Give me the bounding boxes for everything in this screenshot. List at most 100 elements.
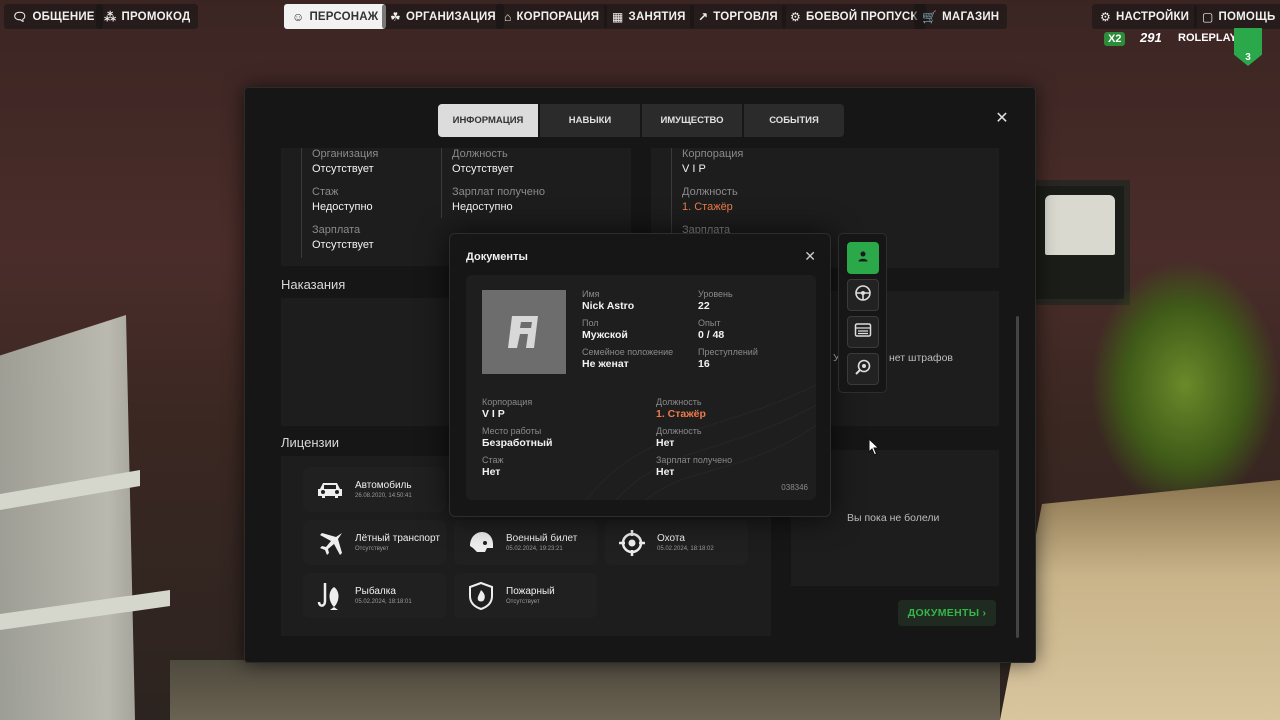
gift-icon: ⁂ <box>104 9 117 24</box>
card-icon <box>854 322 872 343</box>
card-tab[interactable] <box>847 316 879 348</box>
background-bed <box>1000 480 1280 720</box>
cart-icon: 🛒 <box>922 9 938 24</box>
org-salary-field: Зарплата Отсутствует <box>312 224 374 251</box>
doc-corp-field: Корпорация V I P <box>482 397 533 420</box>
nav-label: ПРОМОКОД <box>121 10 191 23</box>
nav-label: КОРПОРАЦИЯ <box>516 10 600 23</box>
server-number: 291 <box>1140 30 1162 45</box>
close-icon[interactable]: ✕ <box>995 111 1009 127</box>
close-icon[interactable]: ✕ <box>804 249 816 263</box>
license-hunting[interactable]: Охота 05.02.2024, 18:18:02 <box>605 520 748 565</box>
mouse-cursor-icon <box>868 438 880 456</box>
nav-promocode[interactable]: ⁂ ПРОМОКОД <box>96 4 199 29</box>
tab-info[interactable]: ИНФОРМАЦИЯ <box>438 104 538 137</box>
search-tab[interactable] <box>847 353 879 385</box>
workplace-field: Место работы Безработный <box>482 426 553 449</box>
license-fishing[interactable]: Рыбалка 05.02.2024, 18:18:01 <box>303 573 446 618</box>
org-experience-field: Стаж Недоступно <box>312 186 373 213</box>
scrollbar[interactable] <box>1016 316 1019 638</box>
license-car[interactable]: Автомобиль 26.08.2020, 14:50:41 <box>303 467 446 512</box>
avatar <box>482 290 566 374</box>
sex-field: Пол Мужской <box>582 318 628 341</box>
modal-title: Документы <box>466 251 528 263</box>
server-name: ROLEPLAY <box>1178 32 1237 44</box>
crimes-field: Преступлений 16 <box>698 347 758 370</box>
chart-icon: ↗ <box>698 9 709 24</box>
fire-shield-icon <box>466 581 496 611</box>
nav-label: ТОРГОВЛЯ <box>713 10 778 23</box>
license-military[interactable]: Военный билет 05.02.2024, 19:23:21 <box>454 520 597 565</box>
tab-skills[interactable]: НАВЫКИ <box>540 104 640 137</box>
nav-character[interactable]: ☺ ПЕРСОНАЖ <box>284 4 387 29</box>
license-air[interactable]: Лётный транспорт Отсутствует <box>303 520 446 565</box>
background-jersey <box>1045 195 1115 255</box>
documents-button[interactable]: ДОКУМЕНТЫ › <box>898 600 996 626</box>
nav-activities[interactable]: ▦ ЗАНЯТИЯ <box>604 4 694 29</box>
nav-trade[interactable]: ↗ ТОРГОВЛЯ <box>690 4 786 29</box>
corp-field: Корпорация V I P <box>682 148 744 175</box>
user-icon: ☺ <box>292 9 305 24</box>
nav-label: ПОМОЩЬ <box>1218 10 1276 23</box>
nav-battle-pass[interactable]: ⚙ БОЕВОЙ ПРОПУСК <box>782 4 926 29</box>
gear-icon: ⚙ <box>1100 9 1111 24</box>
nav-label: ОРГАНИЗАЦИЯ <box>405 10 496 23</box>
multiplier-badge: X2 <box>1104 32 1126 46</box>
nav-organization[interactable]: ☘ ОРГАНИЗАЦИЯ <box>382 4 504 29</box>
nav-help[interactable]: ▢ ПОМОЩЬ <box>1194 4 1280 29</box>
divider <box>441 148 442 218</box>
nav-label: МАГАЗИН <box>942 10 1000 23</box>
org-salary-received-field: Зарплат получено Недоступно <box>452 186 546 213</box>
corp-position-field: Должность 1. Стажёр <box>682 186 738 213</box>
calendar-icon: ▦ <box>612 9 624 24</box>
server-logo: 3 <box>1234 28 1262 66</box>
gear-badge-icon: ⚙ <box>790 9 801 24</box>
doc-experience-field: Стаж Нет <box>482 455 504 478</box>
crosshair-icon <box>617 528 647 558</box>
server-logo-icon <box>508 316 538 348</box>
background-plant <box>1090 260 1280 510</box>
document-type-selector <box>838 233 887 393</box>
nav-label: БОЕВОЙ ПРОПУСК <box>805 10 918 23</box>
passport-tab[interactable] <box>847 242 879 274</box>
passport-icon <box>857 249 869 267</box>
chat-icon: 🗨 <box>12 9 28 24</box>
top-navigation: 🗨 ОБЩЕНИЕ ⁂ ПРОМОКОД ☺ ПЕРСОНАЖ ☘ ОРГАНИ… <box>0 4 1280 30</box>
nav-shop[interactable]: 🛒 МАГАЗИН <box>914 4 1008 29</box>
punishments-title: Наказания <box>281 277 346 292</box>
nav-label: ПЕРСОНАЖ <box>309 10 379 23</box>
driving-license-tab[interactable] <box>847 279 879 311</box>
nav-settings[interactable]: ⚙ НАСТРОЙКИ <box>1092 4 1198 29</box>
no-diseases-text: Вы пока не болели <box>847 512 940 524</box>
no-fines-text: нет штрафов <box>889 352 953 364</box>
doc-position-field: Должность Нет <box>656 426 702 449</box>
search-gear-icon <box>854 358 872 381</box>
name-field: Имя Nick Astro <box>582 289 635 312</box>
driving-wheel-icon <box>854 284 872 307</box>
fish-hook-icon <box>315 581 345 611</box>
license-firefighter[interactable]: Пожарный Отсутствует <box>454 573 597 618</box>
background-floor <box>170 660 1000 720</box>
doc-corp-position-field: Должность 1. Стажёр <box>656 397 706 420</box>
nav-label: ЗАНЯТИЯ <box>628 10 686 23</box>
background-shelf <box>0 315 135 720</box>
organization-icon: ☘ <box>390 9 401 24</box>
helmet-icon <box>466 528 496 558</box>
experience-field: Опыт 0 / 48 <box>698 318 725 341</box>
doc-salary-field: Зарплат получено Нет <box>656 455 733 478</box>
nav-label: НАСТРОЙКИ <box>1115 10 1190 23</box>
corporation-icon: ⌂ <box>504 9 512 24</box>
passport-document: Имя Nick Astro Уровень 22 Пол Мужской Оп… <box>466 275 816 500</box>
tab-property[interactable]: ИМУЩЕСТВО <box>642 104 742 137</box>
org-field: Организация Отсутствует <box>312 148 379 175</box>
family-status-field: Семейное положение Не женат <box>582 347 674 370</box>
panel-tabs: ИНФОРМАЦИЯ НАВЫКИ ИМУЩЕСТВО СОБЫТИЯ <box>438 104 844 137</box>
licenses-title: Лицензии <box>281 435 339 450</box>
document-number: 038346 <box>781 483 808 492</box>
nav-chat[interactable]: 🗨 ОБЩЕНИЕ <box>4 4 103 29</box>
tab-events[interactable]: СОБЫТИЯ <box>744 104 844 137</box>
plane-icon <box>315 528 345 558</box>
documents-modal: Документы ✕ Имя Nick Astro Уровень 22 По… <box>449 233 831 517</box>
divider <box>301 148 302 258</box>
nav-corporation[interactable]: ⌂ КОРПОРАЦИЯ <box>496 4 608 29</box>
